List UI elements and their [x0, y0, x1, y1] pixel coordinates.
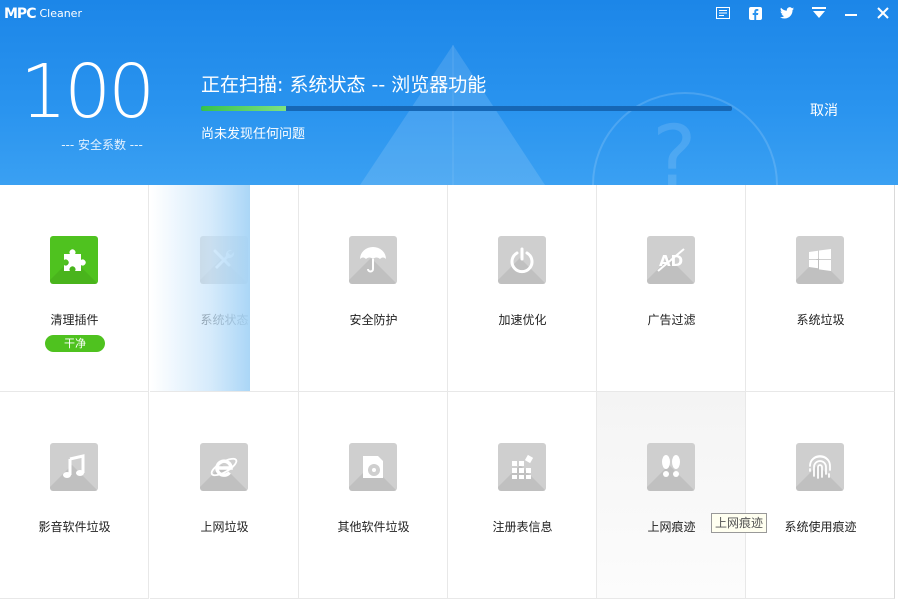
- scan-highlight: [151, 185, 250, 391]
- close-icon[interactable]: [874, 4, 892, 22]
- scan-title: 正在扫描: 系统状态 -- 浏览器功能: [201, 74, 487, 96]
- category-label: 上网垃圾: [200, 520, 249, 534]
- security-score-label: --- 安全系数 ---: [61, 138, 143, 152]
- windows-icon: [796, 236, 844, 284]
- category-browsing-traces[interactable]: 上网痕迹: [597, 392, 746, 599]
- security-score: 100: [20, 49, 155, 135]
- category-speed-optimize[interactable]: 加速优化: [448, 185, 597, 392]
- ad-block-icon: AD: [647, 236, 695, 284]
- category-label: 其他软件垃圾: [337, 520, 410, 534]
- category-label: 清理插件: [50, 313, 99, 327]
- category-ad-filter[interactable]: AD 广告过滤: [597, 185, 746, 392]
- category-security-protection[interactable]: 安全防护: [299, 185, 448, 392]
- status-badge: 干净: [45, 335, 105, 352]
- scan-category-grid: 清理插件 干净 系统状态 安全防护 加速优化 AD 广告过滤: [0, 185, 898, 600]
- facebook-icon[interactable]: [746, 4, 764, 22]
- category-other-software-junk[interactable]: 其他软件垃圾: [299, 392, 448, 599]
- logo-mark: MPC: [4, 6, 36, 22]
- category-system-junk[interactable]: 系统垃圾: [746, 185, 895, 392]
- category-label: 系统使用痕迹: [784, 520, 857, 534]
- header-banner: ? MPC Cleaner 100 --- 安全系数 --- 正在扫描: 系统状…: [0, 0, 898, 185]
- power-icon: [498, 236, 546, 284]
- fingerprint-icon: [796, 443, 844, 491]
- puzzle-icon: [50, 236, 98, 284]
- svg-text:?: ?: [652, 107, 697, 185]
- scan-progress-bar: [201, 106, 732, 111]
- category-web-junk[interactable]: 上网垃圾: [150, 392, 299, 599]
- dropdown-icon[interactable]: [810, 4, 828, 22]
- app-logo: MPC Cleaner: [4, 3, 82, 21]
- category-system-usage-traces[interactable]: 系统使用痕迹: [746, 392, 895, 599]
- footprints-icon: [647, 443, 695, 491]
- category-registry-info[interactable]: 注册表信息: [448, 392, 597, 599]
- ie-icon: [200, 443, 248, 491]
- scan-progress-fill: [201, 106, 286, 111]
- tooltip: 上网痕迹: [711, 513, 768, 533]
- music-icon: [50, 443, 98, 491]
- minimize-icon[interactable]: [842, 4, 860, 22]
- registry-icon: [498, 443, 546, 491]
- umbrella-icon: [349, 236, 397, 284]
- category-label: 加速优化: [498, 313, 547, 327]
- menu-icon[interactable]: [714, 4, 732, 22]
- category-label: 系统垃圾: [796, 313, 845, 327]
- disc-icon: [349, 443, 397, 491]
- category-label: 广告过滤: [647, 313, 696, 327]
- category-label: 安全防护: [349, 313, 398, 327]
- category-label: 注册表信息: [492, 520, 553, 534]
- logo-text: Cleaner: [39, 7, 82, 20]
- twitter-icon[interactable]: [778, 4, 796, 22]
- window-controls: [714, 4, 892, 22]
- category-clean-plugins[interactable]: 清理插件 干净: [0, 185, 149, 392]
- cancel-button[interactable]: 取消: [794, 99, 854, 121]
- category-media-junk[interactable]: 影音软件垃圾: [0, 392, 149, 599]
- category-label: 影音软件垃圾: [38, 520, 111, 534]
- scan-status: 尚未发现任何问题: [201, 127, 306, 142]
